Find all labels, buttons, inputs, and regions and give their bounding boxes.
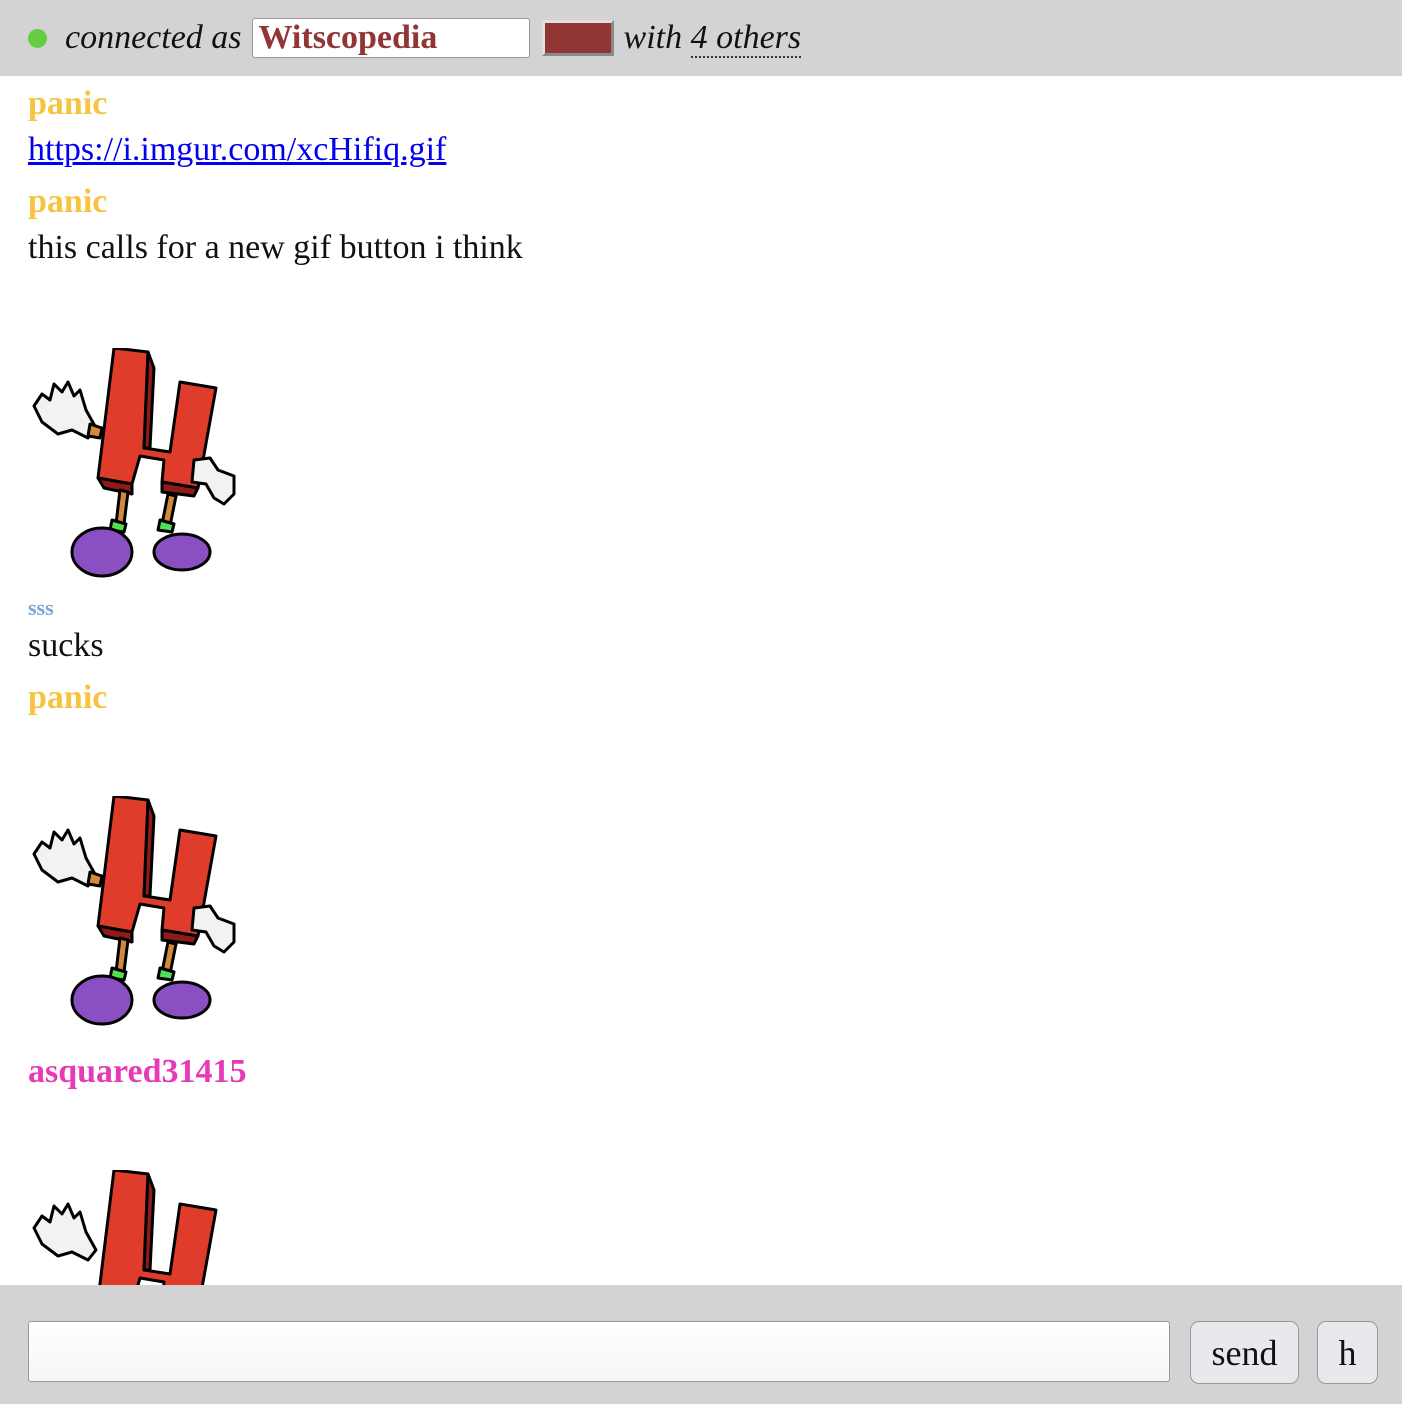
others-count: 4	[690, 19, 708, 56]
username-input[interactable]	[251, 18, 530, 58]
message-author: panic	[28, 679, 108, 716]
chat-log[interactable]: panic https://i.imgur.com/xcHifiq.gif pa…	[0, 76, 1402, 1285]
chat-message: panic	[28, 676, 1374, 1032]
message-text: this calls for a new gif button i think	[28, 229, 523, 266]
chat-message: panic this calls for a new gif button i …	[28, 180, 1374, 272]
others-text: others	[707, 19, 802, 56]
message-author: panic	[28, 183, 108, 220]
send-button[interactable]: send	[1190, 1321, 1299, 1384]
with-label: with	[623, 19, 691, 56]
composer-bar: send h	[0, 1285, 1402, 1404]
h-mascot-gif-image	[32, 1170, 218, 1285]
message-author: panic	[28, 85, 108, 122]
h-mascot-gif-image	[32, 796, 236, 1026]
chat-message: panic https://i.imgur.com/xcHifiq.gif	[28, 82, 1374, 174]
h-mascot-gif-image	[32, 348, 236, 578]
message-author: asquared31415	[28, 1053, 247, 1090]
others-label: with 4 others	[623, 19, 802, 58]
others-count-link[interactable]: 4 others	[690, 19, 802, 58]
message-text: sucks	[28, 627, 104, 664]
message-input[interactable]	[28, 1321, 1170, 1382]
top-bar: connected as with 4 others	[0, 0, 1402, 76]
connected-as-label: connected as	[65, 19, 242, 56]
chat-message: sss sucks	[28, 594, 1374, 670]
message-author: sss	[28, 595, 54, 620]
chat-message: asquared31415	[28, 1050, 1374, 1285]
user-color-picker[interactable]	[541, 20, 614, 56]
connection-status-icon	[28, 28, 47, 48]
chat-message	[28, 348, 1374, 584]
h-gif-button[interactable]: h	[1317, 1321, 1378, 1384]
message-link[interactable]: https://i.imgur.com/xcHifiq.gif	[28, 131, 446, 168]
